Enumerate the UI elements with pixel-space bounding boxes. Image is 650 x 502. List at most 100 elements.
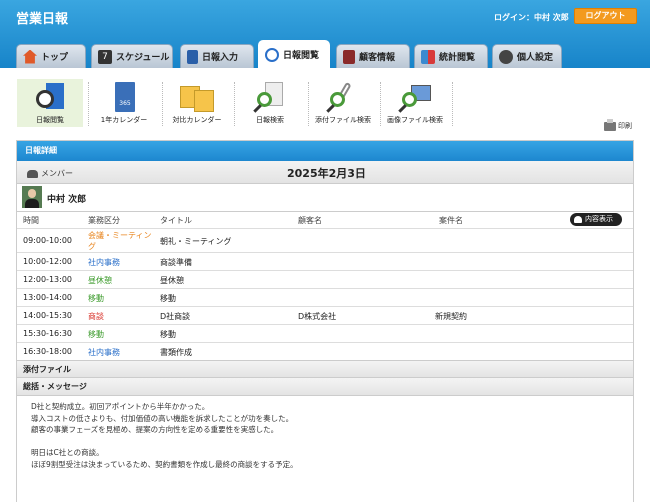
user-row: 中村 次郎 (17, 184, 633, 212)
cell-category: 商談 (88, 312, 104, 321)
cell-category: 社内事務 (88, 348, 120, 357)
tab-label: スケジュール (116, 53, 170, 63)
tab-customer[interactable]: 顧客情報 (336, 44, 410, 68)
app-title: 営業日報 (16, 12, 69, 27)
tab-label: 日報入力 (202, 53, 239, 63)
table-row[interactable]: 12:00-13:00 昼休憩 昼休憩 (17, 270, 633, 288)
tab-settings[interactable]: 個人設定 (492, 44, 562, 68)
summary-line: 顧客の事業フェーズを見極め、提案の方向性を定める重要性を実感した。 (31, 425, 279, 434)
tab-top[interactable]: トップ (16, 44, 86, 68)
table-row[interactable]: 13:00-14:00 移動 移動 (17, 288, 633, 306)
logout-button[interactable]: ログアウト (574, 8, 637, 24)
separator (234, 82, 235, 126)
table-header: 時間 業務区分 タイトル 顧客名 案件名 内容表示 (17, 212, 633, 228)
tool-year-calendar[interactable]: 365 1年カレンダー (91, 79, 157, 127)
tool-label: 画像ファイル検索 (387, 116, 443, 124)
panel-title: 日報詳細 (17, 141, 633, 161)
member-label: メンバー (41, 169, 73, 178)
calendar-icon: 7 (98, 49, 112, 64)
col-time: 時間 (23, 216, 39, 225)
clock-icon (265, 47, 279, 62)
cell-title: 移動 (160, 330, 176, 339)
tool-report-search[interactable]: 日報検索 (237, 79, 303, 127)
cell-time: 12:00-13:00 (23, 275, 72, 284)
eye-icon (574, 216, 582, 223)
cell-title: 昼休憩 (160, 276, 184, 285)
attachment-search-icon (326, 81, 360, 113)
sub-toolbar: 日報閲覧 365 1年カレンダー 対比カレンダー 日報検索 添付ファイル検索 画… (0, 68, 650, 134)
separator (88, 82, 89, 126)
house-icon (23, 49, 37, 64)
separator (452, 82, 453, 126)
cell-category: 移動 (88, 330, 104, 339)
schedule-table: 09:00-10:00 会議・ミーティング 朝礼・ミーティング 10:00-12:00… (17, 228, 633, 360)
table-row[interactable]: 14:00-15:30 商談 D社商談 D株式会社 新規契約 (17, 306, 633, 324)
member-selector[interactable]: メンバー (27, 168, 73, 179)
cell-title: 朝礼・ミーティング (160, 237, 232, 246)
col-category: 業務区分 (88, 216, 120, 225)
tab-report-input[interactable]: 日報入力 (180, 44, 254, 68)
table-row[interactable]: 16:30-18:00 社内事務 書類作成 (17, 342, 633, 360)
show-detail-button[interactable]: 内容表示 (570, 213, 622, 226)
cell-time: 13:00-14:00 (23, 293, 72, 302)
tab-statistics[interactable]: 統計閲覧 (414, 44, 488, 68)
search-document-icon (253, 82, 287, 113)
tab-schedule[interactable]: 7 スケジュール (91, 44, 173, 68)
printer-icon (604, 118, 616, 131)
compare-calendar-icon (180, 82, 214, 112)
tab-report-view[interactable]: 日報閲覧 (258, 40, 330, 68)
tab-label: 顧客情報 (359, 53, 396, 63)
separator (162, 82, 163, 126)
col-title: タイトル (160, 216, 192, 225)
tool-report-view[interactable]: 日報閲覧 (17, 79, 83, 127)
col-deal: 案件名 (439, 216, 463, 225)
image-search-icon (398, 82, 432, 113)
summary-text: D社と契約成立。初回アポイントから半年かかった。 導入コストの低さよりも、付加価値… (17, 396, 633, 470)
summary-line (31, 436, 633, 448)
attachments-header: 添付ファイル (17, 360, 633, 378)
tool-label: 対比カレンダー (172, 116, 222, 124)
summary-line: 導入コストの低さよりも、付加価値の高い機能を訴求したことが功を奏した。 (31, 413, 294, 423)
cell-deal: 新規契約 (435, 312, 467, 321)
cell-customer: D株式会社 (298, 312, 337, 321)
summary-line: 明日はC社との商談。 (31, 448, 104, 457)
member-icon (27, 169, 38, 178)
tool-label: 添付ファイル検索 (315, 116, 371, 124)
cell-time: 10:00-12:00 (23, 257, 72, 266)
cell-title: 移動 (160, 294, 176, 303)
cell-time: 15:30-16:30 (23, 329, 72, 338)
cell-title: D社商談 (160, 312, 191, 321)
tool-label: 1年カレンダー (100, 116, 148, 124)
cell-category: 社内事務 (88, 258, 120, 267)
table-row[interactable]: 10:00-12:00 社内事務 商談準備 (17, 252, 633, 270)
cell-category: 昼休憩 (88, 276, 112, 285)
table-row[interactable]: 15:30-16:30 移動 移動 (17, 324, 633, 342)
book-icon (187, 49, 198, 64)
tab-label: 日報閲覧 (283, 51, 320, 61)
tool-label: 日報閲覧 (36, 116, 64, 124)
report-date: 2025年2月3日 (287, 167, 366, 180)
tool-compare-calendar[interactable]: 対比カレンダー (164, 79, 230, 127)
cell-category: 会議・ミーティング (88, 231, 152, 251)
gear-icon (499, 49, 513, 64)
building-icon (343, 49, 355, 64)
tool-attachment-search[interactable]: 添付ファイル検索 (310, 79, 376, 127)
cell-time: 16:30-18:00 (23, 347, 72, 356)
print-label: 印刷 (618, 122, 632, 130)
tool-image-search[interactable]: 画像ファイル検索 (382, 79, 448, 127)
app-header: 営業日報 ログイン：中村 次郎 ログアウト トップ 7 スケジュール 日報入力 … (0, 0, 650, 68)
user-name: 中村 次郎 (47, 195, 87, 205)
table-row[interactable]: 09:00-10:00 会議・ミーティング 朝礼・ミーティング (17, 228, 633, 252)
separator (308, 82, 309, 126)
member-bar: メンバー 2025年2月3日 (17, 161, 633, 184)
blocks-icon (421, 49, 435, 64)
report-detail-panel: 日報詳細 メンバー 2025年2月3日 中村 次郎 時間 業務区分 タイトル 顧… (16, 140, 634, 502)
tool-label: 日報検索 (256, 116, 284, 124)
avatar (22, 186, 42, 208)
calendar-365-icon: 365 (107, 82, 141, 112)
print-button[interactable]: 印刷 (604, 118, 632, 131)
cell-title: 商談準備 (160, 258, 192, 267)
col-customer: 顧客名 (298, 216, 322, 225)
cell-category: 移動 (88, 294, 104, 303)
tab-label: トップ (41, 53, 69, 63)
